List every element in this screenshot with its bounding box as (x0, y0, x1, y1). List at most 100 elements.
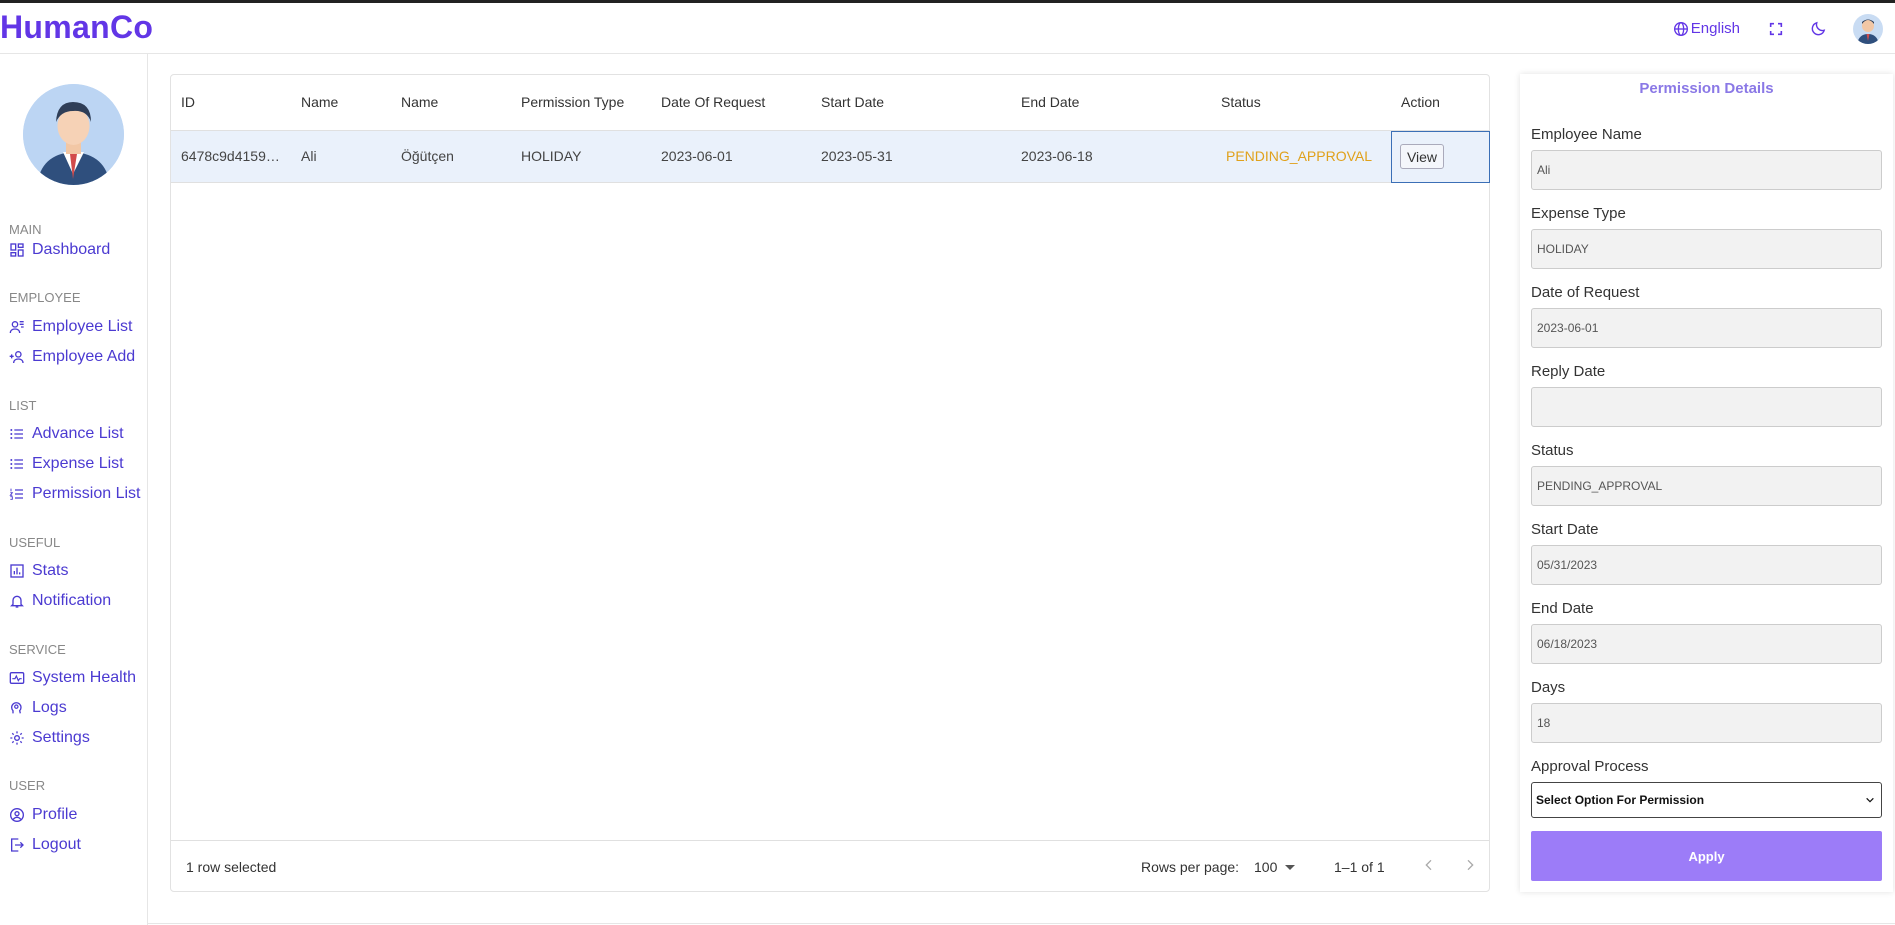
cell-name: Ali (301, 148, 317, 164)
column-header-start-date[interactable]: Start Date (821, 94, 884, 110)
nav-item-employee-list[interactable]: Employee List (9, 318, 133, 336)
nav-label: Advance List (32, 425, 124, 442)
cell-action: View (1391, 131, 1490, 183)
nav-item-advance-list[interactable]: Advance List (9, 425, 124, 443)
nav-label: Expense List (32, 455, 124, 472)
person-illustration-icon (23, 84, 124, 185)
gear-icon (10, 731, 24, 745)
column-header-action: Action (1401, 94, 1440, 110)
rows-per-page-select[interactable]: 100 (1254, 859, 1296, 875)
approval-process-select[interactable]: Select Option For Permission (1531, 782, 1882, 818)
nav-label: System Health (32, 669, 137, 686)
permission-details-panel: Permission Details Employee Name Ali Exp… (1520, 74, 1893, 892)
caret-down-icon (1285, 864, 1296, 870)
date-of-request-label: Date of Request (1531, 284, 1640, 301)
logout-icon (11, 838, 24, 852)
nav-item-employee-add[interactable]: Employee Add (9, 348, 135, 366)
nav-label: Notification (32, 592, 112, 609)
column-header-end-date[interactable]: End Date (1021, 94, 1079, 110)
fullscreen-icon (1769, 22, 1783, 35)
sidebar-divider (147, 54, 148, 925)
expense-type-field[interactable]: HOLIDAY (1531, 229, 1882, 269)
permission-table: ID Name Name Permission Type Date Of Req… (170, 74, 1490, 892)
globe-icon (1673, 21, 1688, 36)
bell-icon (10, 595, 24, 608)
nav-item-notification[interactable]: Notification (9, 592, 111, 610)
nav-label: Employee List (32, 318, 133, 335)
nav-label: Profile (32, 806, 78, 823)
list-numbered-icon (9, 488, 23, 500)
nav-label: Settings (32, 729, 90, 746)
column-header-permission-type[interactable]: Permission Type (521, 94, 624, 110)
brand-logo[interactable]: HumanCo (0, 9, 153, 46)
nav-item-settings[interactable]: Settings (9, 729, 90, 747)
end-date-field[interactable]: 06/18/2023 (1531, 624, 1882, 664)
nav-item-permission-list[interactable]: Permission List (9, 485, 140, 503)
user-avatar[interactable] (1853, 13, 1883, 44)
chevron-right-icon (1467, 859, 1474, 871)
nav-heading-useful: USEFUL (9, 535, 61, 550)
health-icon (9, 672, 25, 684)
people-icon (9, 321, 24, 334)
profile-avatar (23, 84, 124, 185)
language-label: English (1690, 20, 1740, 37)
psychology-icon (11, 702, 22, 714)
nav-item-expense-list[interactable]: Expense List (9, 455, 124, 473)
bottom-divider (147, 923, 1895, 924)
cell-end-date: 2023-06-18 (1021, 148, 1093, 164)
nav-heading-employee: EMPLOYEE (9, 290, 81, 305)
next-page-button[interactable] (1462, 857, 1478, 878)
days-field[interactable]: 18 (1531, 703, 1882, 743)
cell-surname: Öğütçen (401, 148, 454, 164)
nav-item-logs[interactable]: Logs (9, 699, 67, 717)
chevron-left-icon (1425, 859, 1432, 871)
view-button[interactable]: View (1400, 144, 1444, 169)
nav-item-logout[interactable]: Logout (9, 836, 81, 854)
column-header-id[interactable]: ID (181, 94, 195, 110)
days-label: Days (1531, 679, 1566, 696)
nav-item-dashboard[interactable]: Dashboard (9, 241, 110, 259)
nav-heading-user: USER (9, 778, 46, 793)
nav-label: Dashboard (32, 241, 111, 258)
reply-date-label: Reply Date (1531, 363, 1606, 380)
language-selector[interactable]: English (1673, 20, 1740, 37)
date-of-request-field[interactable]: 2023-06-01 (1531, 308, 1882, 348)
employee-name-field[interactable]: Ali (1531, 150, 1882, 190)
column-header-name[interactable]: Name (301, 94, 338, 110)
approval-select-value: Select Option For Permission (1536, 793, 1705, 807)
start-date-field[interactable]: 05/31/2023 (1531, 545, 1882, 585)
nav-heading-main: MAIN (9, 222, 42, 237)
nav-heading-service: SERVICE (9, 642, 66, 657)
nav-item-system-health[interactable]: System Health (9, 669, 136, 687)
start-date-label: Start Date (1531, 521, 1599, 538)
nav-item-stats[interactable]: Stats (9, 562, 68, 580)
person-add-icon (9, 351, 24, 364)
panel-title: Permission Details (1639, 80, 1774, 97)
list-icon (10, 429, 23, 439)
column-header-status[interactable]: Status (1221, 94, 1261, 110)
nav-item-profile[interactable]: Profile (9, 806, 77, 824)
account-icon (10, 808, 24, 822)
column-header-surname[interactable]: Name (401, 94, 438, 110)
column-header-date-of-request[interactable]: Date Of Request (661, 94, 765, 110)
apply-button[interactable]: Apply (1531, 831, 1882, 881)
previous-page-button[interactable] (1421, 857, 1437, 878)
pagination-range: 1–1 of 1 (1334, 859, 1385, 875)
avatar-icon (1857, 19, 1879, 44)
moon-icon (1811, 21, 1826, 36)
table-row[interactable]: 6478c9d4159… Ali Öğütçen HOLIDAY 2023-06… (171, 131, 1490, 183)
nav-label: Logout (32, 836, 81, 853)
nav-heading-list: LIST (9, 398, 37, 413)
cell-date-of-request: 2023-06-01 (661, 148, 733, 164)
status-field[interactable]: PENDING_APPROVAL (1531, 466, 1882, 506)
chart-icon (10, 564, 24, 578)
nav-label: Logs (32, 699, 67, 716)
header-actions: English (1673, 3, 1895, 54)
dark-mode-toggle[interactable] (1810, 20, 1827, 37)
reply-date-field[interactable] (1531, 387, 1882, 427)
cell-permission-type: HOLIDAY (521, 148, 582, 164)
table-footer: 1 row selected Rows per page: 100 1–1 of… (171, 840, 1489, 892)
fullscreen-button[interactable] (1768, 21, 1784, 37)
sidebar: MAIN Dashboard EMPLOYEE Employee List Em… (0, 54, 147, 925)
rows-per-page-label: Rows per page: (1141, 859, 1240, 875)
